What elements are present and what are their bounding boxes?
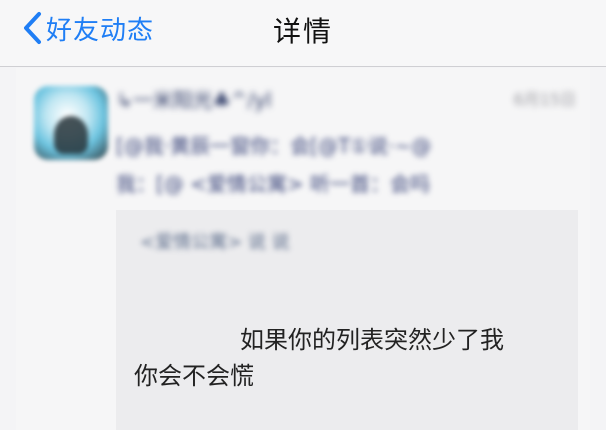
avatar-figure	[54, 116, 88, 154]
quote-line-2: 你会不会慌	[134, 362, 254, 390]
user-nickname[interactable]: ↳一米阳光♣^/yl	[116, 84, 272, 113]
navigation-bar: 好友动态 详情	[0, 0, 606, 67]
page-title: 详情	[272, 15, 333, 48]
quote-text: 如果你的列表突然少了我 你会不会慌	[134, 322, 564, 394]
avatar[interactable]	[34, 86, 108, 160]
post-text-line-1: [@我·黄辰一窗你：会[@T①说·~@	[116, 134, 432, 158]
post-text-line-2: 我：[@ <爱情公寓> 听一首：会吗	[116, 172, 431, 196]
quote-line-1: 如果你的列表突然少了我	[240, 326, 504, 354]
shared-quote-box[interactable]: <爱情公寓> 说 说 如果你的列表突然少了我 你会不会慌	[116, 210, 578, 430]
post-timestamp: 6月15日	[513, 90, 576, 109]
quote-source-title: <爱情公寓> 说 说	[140, 232, 290, 253]
post-card: ↳一米阳光♣^/yl 6月15日 [@我·黄辰一窗你：会[@T①说·~@ 我：[…	[16, 68, 590, 430]
